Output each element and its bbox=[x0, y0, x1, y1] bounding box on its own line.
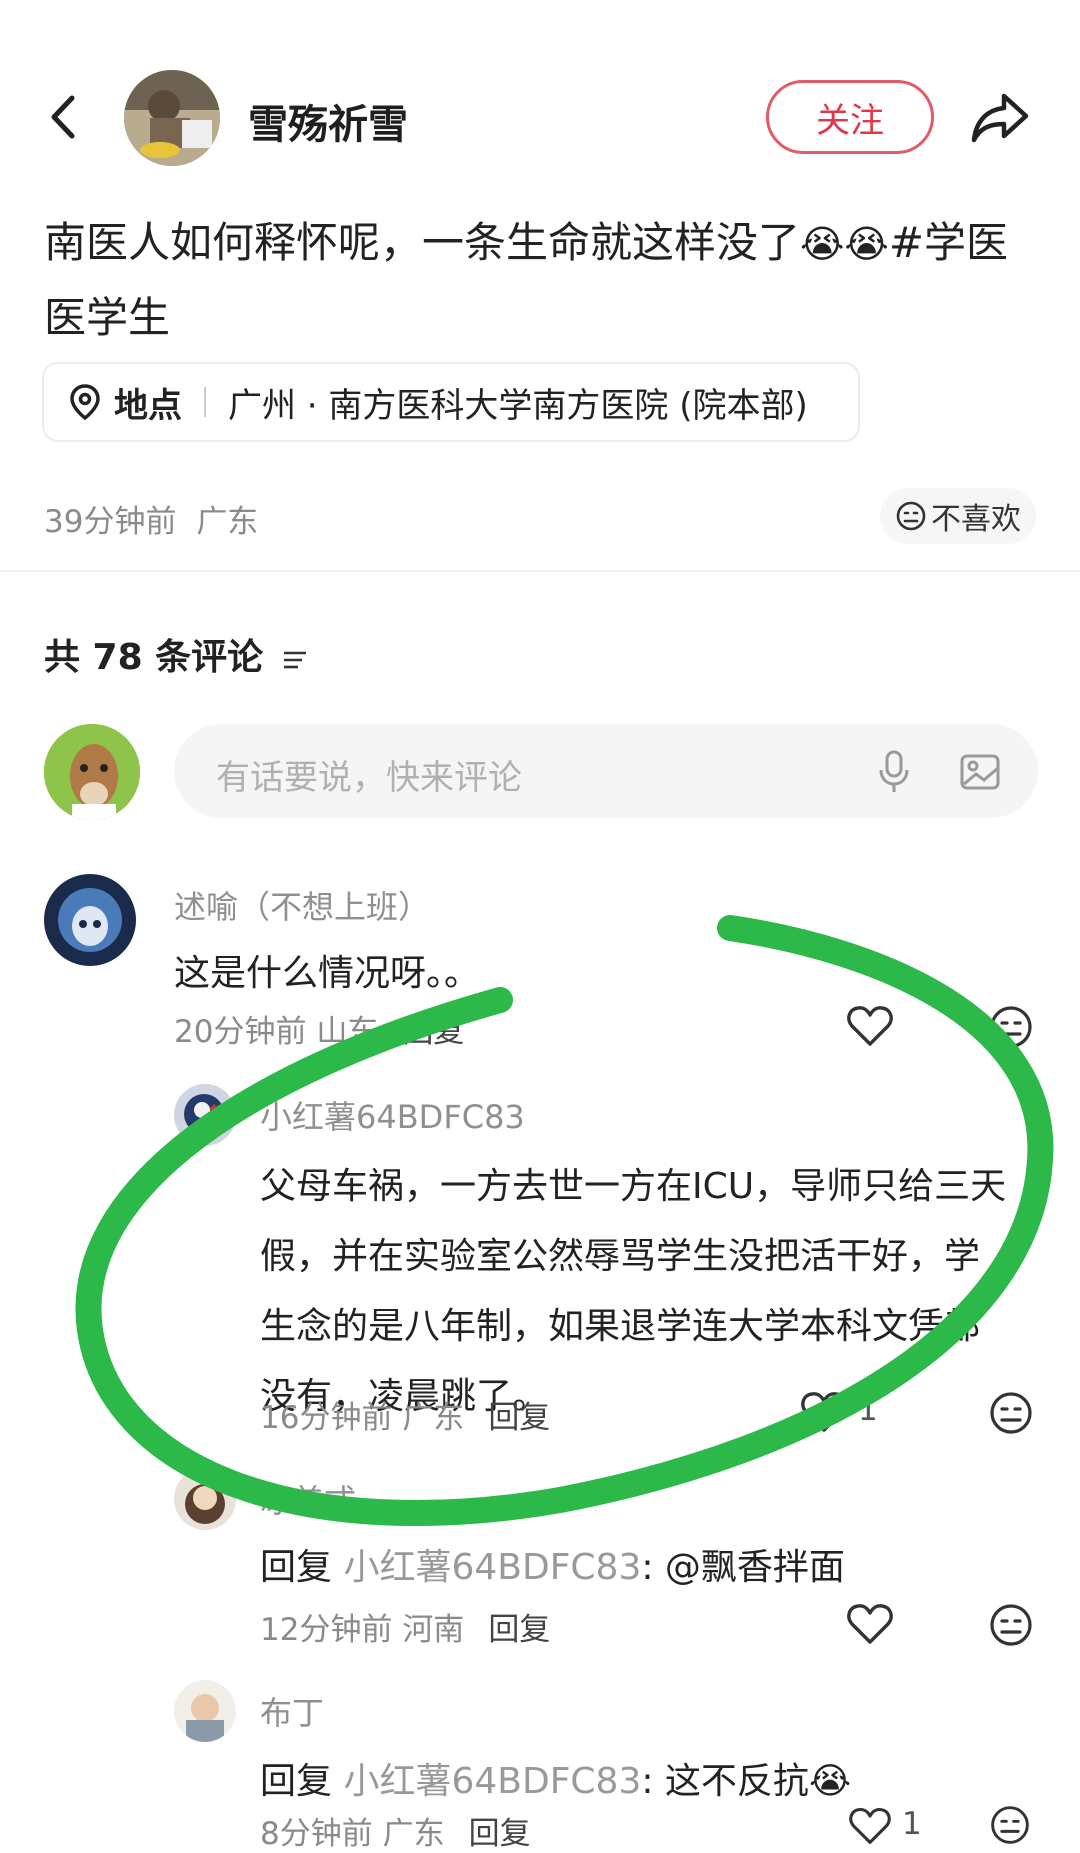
location-value: 广州 · 南方医科大学南方医院 (院本部) bbox=[228, 385, 808, 426]
hashtag-link[interactable]: #学医 bbox=[889, 218, 1008, 267]
like-count: 1 bbox=[902, 1806, 922, 1842]
commenter-avatar[interactable] bbox=[174, 1680, 236, 1742]
post-meta: 39分钟前 广东 bbox=[44, 496, 258, 541]
author-name[interactable]: 雪殇祈雪 bbox=[248, 92, 408, 150]
back-button[interactable] bbox=[40, 92, 90, 142]
comment-meta: 12分钟前 河南 回复 bbox=[260, 1612, 551, 1648]
comment-username[interactable]: 布丁 bbox=[260, 1688, 324, 1734]
share-icon bbox=[971, 93, 1029, 143]
reply-button[interactable]: 回复 bbox=[402, 1014, 464, 1050]
crying-emoji: 😭😭 bbox=[800, 222, 889, 266]
reply-to-user[interactable]: 小红薯64BDFC83 bbox=[343, 1761, 641, 1802]
dislike-face-icon[interactable] bbox=[988, 1804, 1032, 1846]
crying-emoji: 😭 bbox=[808, 1761, 852, 1802]
comment-username[interactable]: 冰美式 bbox=[260, 1476, 356, 1522]
comment-input[interactable]: 有话要说，快来评论 bbox=[174, 724, 1038, 818]
dislike-button[interactable]: 不喜欢 bbox=[880, 488, 1036, 544]
like-heart-icon[interactable] bbox=[846, 1004, 894, 1048]
comment-username[interactable]: 小红薯64BDFC83 bbox=[260, 1092, 525, 1138]
my-avatar bbox=[44, 724, 140, 820]
location-tag[interactable]: 地点 广州 · 南方医科大学南方医院 (院本部) bbox=[42, 362, 860, 442]
dislike-face-icon[interactable] bbox=[988, 1390, 1034, 1436]
location-label: 地点 bbox=[114, 385, 182, 426]
comment-meta: 8分钟前 广东 回复 bbox=[260, 1816, 531, 1852]
follow-button[interactable]: 关注 bbox=[766, 80, 934, 154]
reply-button[interactable]: 回复 bbox=[488, 1612, 550, 1648]
image-icon[interactable] bbox=[958, 750, 1002, 794]
sort-icon bbox=[283, 651, 306, 669]
reply-to-user[interactable]: 小红薯64BDFC83 bbox=[343, 1547, 641, 1588]
comment-count[interactable]: 共 78 条评论 bbox=[44, 628, 310, 680]
location-pin-icon bbox=[70, 384, 100, 421]
like-heart-icon[interactable] bbox=[800, 1390, 848, 1434]
comment-meta: 16分钟前 广东 回复 bbox=[260, 1400, 551, 1436]
meh-face-icon bbox=[896, 501, 926, 531]
comment-meta: 20分钟前 山东 回复 bbox=[174, 1014, 465, 1050]
reply-button[interactable]: 回复 bbox=[488, 1400, 550, 1436]
back-arrow-icon bbox=[51, 95, 75, 139]
like-count: 1 bbox=[858, 1392, 878, 1428]
comment-username[interactable]: 述喻（不想上班） bbox=[174, 882, 430, 928]
post-time: 39分钟前 bbox=[44, 504, 177, 540]
commenter-avatar[interactable] bbox=[44, 874, 136, 966]
author-avatar[interactable] bbox=[124, 70, 220, 166]
share-button[interactable] bbox=[970, 90, 1030, 146]
dislike-label: 不喜欢 bbox=[931, 502, 1021, 537]
post-region: 广东 bbox=[196, 504, 259, 540]
dislike-face-icon[interactable] bbox=[988, 1602, 1034, 1648]
comment-text: 回复 小红薯64BDFC83: @飘香拌面 bbox=[260, 1547, 845, 1588]
commenter-avatar[interactable] bbox=[174, 1084, 236, 1146]
microphone-icon[interactable] bbox=[874, 748, 914, 796]
like-heart-icon[interactable] bbox=[846, 1806, 894, 1846]
like-heart-icon[interactable] bbox=[846, 1602, 894, 1646]
section-divider bbox=[0, 570, 1080, 572]
commenter-avatar[interactable] bbox=[174, 1468, 236, 1530]
location-divider bbox=[204, 387, 206, 417]
comment-text: 回复 小红薯64BDFC83: 这不反抗😭 bbox=[260, 1761, 852, 1802]
comment-text: 这是什么情况呀。。 bbox=[174, 953, 481, 994]
post-text: 南医人如何释怀呢，一条生命就这样没了😭😭#学医 医学生 bbox=[44, 218, 1009, 342]
comment-text: 父母车祸，一方去世一方在ICU，导师只给三天 假，并在实验室公然辱骂学生没把活干… bbox=[260, 1166, 1007, 1417]
dislike-face-icon[interactable] bbox=[988, 1004, 1034, 1050]
